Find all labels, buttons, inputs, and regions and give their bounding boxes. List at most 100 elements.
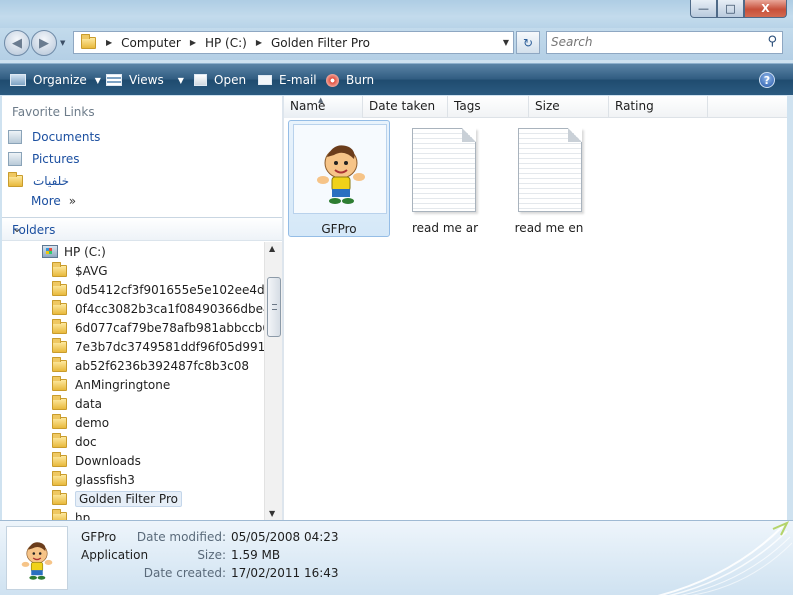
chevron-right-icon[interactable]: ▶ (190, 38, 196, 47)
cartoon-character-icon (317, 145, 365, 204)
tree-item[interactable]: data (52, 394, 102, 413)
more-label: More (31, 194, 61, 208)
tree-item[interactable]: ab52f6236b392487fc8b3c08 (52, 356, 249, 375)
tree-item[interactable]: AnMingringtone (52, 375, 170, 394)
folder-icon (52, 394, 67, 410)
tree-item-drive[interactable]: HP (C:) (42, 242, 106, 261)
tree-item[interactable]: 0d5412cf3f901655e5e102ee4d0c (52, 280, 264, 299)
tree-item-label: Downloads (75, 453, 141, 468)
favorite-documents[interactable]: Documents (8, 127, 100, 147)
tree-item-label: 0d5412cf3f901655e5e102ee4d0c (75, 282, 264, 297)
details-modified-label: Date modified: (136, 530, 226, 544)
tree-item-label: 0f4cc3082b3ca1f08490366dbe4bb672 (75, 301, 264, 316)
tree-item[interactable]: demo (52, 413, 109, 432)
column-size[interactable]: Size (529, 96, 609, 118)
scroll-up-icon[interactable]: ▲ (269, 244, 275, 253)
file-tile-read-me-ar[interactable]: read me ar (394, 120, 496, 237)
title-bar: — □ X (0, 0, 793, 28)
close-button[interactable]: X (744, 0, 787, 18)
folder-icon (52, 413, 67, 429)
breadcrumb-computer[interactable]: Computer (121, 36, 181, 50)
dropdown-arrow-icon: ▼ (94, 75, 101, 85)
tree-item[interactable]: hp (52, 508, 90, 520)
minimize-icon: — (698, 2, 709, 15)
tree-item-label: demo (75, 415, 110, 430)
address-bar[interactable]: ▶ Computer ▶ HP (C:) ▶ Golden Filter Pro… (73, 31, 514, 54)
tree-item[interactable]: doc (52, 432, 97, 451)
command-bar: Organize ▼ Views ▼ Open E-mail Burn ? (0, 63, 793, 95)
refresh-button[interactable]: ↻ (516, 31, 540, 54)
views-button[interactable]: Views ▼ (106, 64, 184, 96)
favorite-backgrounds[interactable]: خلفيات (8, 171, 69, 191)
favorite-label: Pictures (32, 152, 80, 166)
chevron-right-icon[interactable]: ▶ (106, 38, 112, 47)
column-headers: ▲ Name Date taken Tags Size Rating (284, 96, 787, 118)
folder-icon (52, 299, 67, 315)
text-document-icon (412, 128, 476, 212)
scroll-down-icon[interactable]: ▼ (269, 509, 275, 518)
forward-arrow-icon: ▶ (39, 35, 49, 51)
column-date-taken[interactable]: Date taken (363, 96, 448, 118)
burn-icon (326, 73, 339, 87)
folder-icon (81, 33, 96, 49)
breadcrumb-current-folder[interactable]: Golden Filter Pro (271, 36, 370, 50)
file-name: GFPro (321, 222, 357, 236)
tree-item-label: ab52f6236b392487fc8b3c08 (75, 358, 250, 373)
maximize-button[interactable]: □ (717, 0, 744, 18)
folder-icon (52, 280, 67, 296)
tree-item-label: doc (75, 434, 97, 449)
tree-item[interactable]: 7e3b7dc3749581ddf96f05d991bc37 (52, 337, 264, 356)
burn-button[interactable]: Burn (326, 64, 374, 96)
address-dropdown-icon[interactable]: ▼ (503, 38, 509, 47)
details-file-name: GFPro (81, 530, 117, 544)
tree-item[interactable]: $AVG (52, 261, 108, 280)
tree-item[interactable]: 0f4cc3082b3ca1f08490366dbe4bb672 (52, 299, 264, 318)
file-tile-read-me-en[interactable]: read me en (498, 120, 600, 237)
details-file-type: Application (81, 548, 149, 562)
open-button[interactable]: Open (194, 64, 246, 96)
minimize-button[interactable]: — (690, 0, 717, 18)
organize-button[interactable]: Organize ▼ (10, 64, 101, 96)
more-links[interactable]: More » (31, 194, 76, 208)
favorite-links-header: Favorite Links (12, 105, 95, 119)
email-label: E-mail (279, 73, 317, 87)
back-button[interactable]: ◀ (4, 30, 30, 56)
help-button[interactable]: ? (759, 72, 775, 88)
search-input[interactable] (551, 35, 751, 49)
column-tags[interactable]: Tags (448, 96, 529, 118)
tree-item[interactable]: 6d077caf79be78afb981abbccb6c (52, 318, 264, 337)
tree-item-selected[interactable]: Golden Filter Pro (52, 489, 182, 508)
chevron-right-icon[interactable]: ▶ (256, 38, 262, 47)
file-name: read me en (514, 221, 584, 235)
folder-icon (52, 432, 67, 448)
tree-scrollbar[interactable]: ▲ ▼ (264, 242, 282, 520)
breadcrumb-drive[interactable]: HP (C:) (205, 36, 247, 50)
details-created-label: Date created: (143, 566, 226, 580)
recent-pages-dropdown[interactable]: ▼ (60, 39, 65, 47)
email-button[interactable]: E-mail (258, 64, 317, 96)
column-name[interactable]: ▲ Name (284, 96, 363, 118)
file-thumbnail (398, 123, 492, 213)
file-tile-gfpro[interactable]: GFPro (288, 120, 390, 237)
folders-header[interactable]: Folders ⌄ (2, 217, 282, 241)
details-size-value: 1.59 MB (231, 548, 281, 562)
tree-item-label: AnMingringtone (75, 377, 171, 392)
folder-icon (52, 508, 67, 520)
pictures-icon (8, 152, 22, 166)
chevron-down-icon: ⌄ (12, 221, 23, 235)
maximize-icon: □ (725, 2, 736, 15)
tree-item[interactable]: glassfish3 (52, 470, 135, 489)
forward-button[interactable]: ▶ (31, 30, 57, 56)
search-icon[interactable]: ⚲ (767, 34, 777, 49)
tree-item-label: HP (C:) (64, 244, 106, 259)
folder-icon (52, 337, 67, 353)
column-label: Size (535, 99, 560, 113)
favorite-pictures[interactable]: Pictures (8, 149, 80, 169)
open-label: Open (214, 73, 247, 87)
column-rating[interactable]: Rating (609, 96, 708, 118)
help-icon: ? (763, 73, 771, 87)
search-box[interactable]: ⚲ (546, 31, 783, 54)
scrollbar-thumb[interactable] (267, 277, 281, 337)
tree-item[interactable]: Downloads (52, 451, 141, 470)
folder-icon (52, 318, 67, 334)
